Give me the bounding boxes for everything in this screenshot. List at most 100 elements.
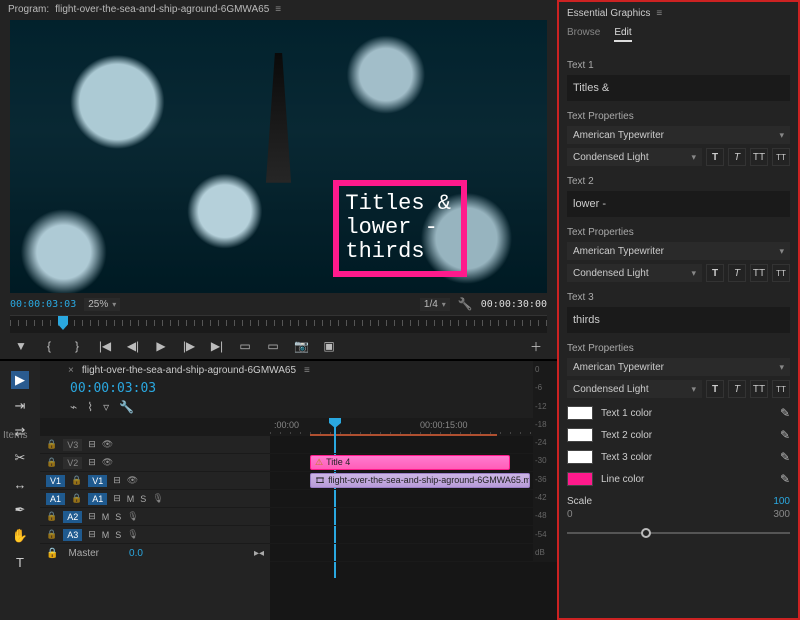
- slip-tool[interactable]: ↔: [11, 475, 29, 493]
- timeline-timecode[interactable]: 00:00:03:03: [40, 379, 557, 396]
- all-caps-button[interactable]: TT: [750, 264, 768, 282]
- mic-icon[interactable]: 🎙: [152, 493, 163, 504]
- program-scrub-bar[interactable]: [10, 315, 547, 333]
- tab-browse[interactable]: Browse: [567, 27, 600, 42]
- track-tag-v1[interactable]: V1: [88, 475, 107, 487]
- text2-input[interactable]: [567, 191, 790, 217]
- scale-slider[interactable]: [567, 526, 790, 540]
- eye-icon[interactable]: 👁: [102, 457, 113, 468]
- timeline-tracks[interactable]: :00:00 00:00:15:00 00 Title 4: [270, 418, 557, 620]
- track-tag-a3[interactable]: A3: [63, 529, 82, 541]
- lock-icon[interactable]: 🔒: [71, 475, 82, 486]
- mark-in-icon[interactable]: {: [42, 339, 56, 353]
- tab-edit[interactable]: Edit: [614, 27, 631, 42]
- panel-menu-icon[interactable]: [656, 8, 668, 19]
- lock-icon[interactable]: 🔒: [46, 439, 57, 450]
- timeline-settings-icon[interactable]: 🔧: [119, 400, 134, 414]
- play-icon[interactable]: ▶: [154, 339, 168, 353]
- track-header-a1[interactable]: A1🔒A1⊟MS🎙: [40, 490, 270, 508]
- time-ruler[interactable]: :00:00 00:00:15:00 00: [270, 418, 557, 436]
- eyedropper-icon[interactable]: ✎: [780, 406, 790, 420]
- track-tag-a1[interactable]: A1: [88, 493, 107, 505]
- text1-weight-select[interactable]: Condensed Light: [567, 148, 702, 166]
- track-v3[interactable]: [270, 436, 557, 454]
- add-marker-tl-icon[interactable]: ▿: [103, 400, 109, 414]
- eye-icon[interactable]: 👁: [127, 475, 138, 486]
- track-master[interactable]: [270, 544, 557, 562]
- text2-font-select[interactable]: American Typewriter: [567, 242, 790, 260]
- all-caps-button[interactable]: TT: [750, 148, 768, 166]
- scrub-playhead[interactable]: [58, 316, 68, 330]
- selection-tool[interactable]: ▶: [11, 371, 29, 389]
- track-a2[interactable]: [270, 508, 557, 526]
- lock-icon[interactable]: 🔒: [46, 457, 57, 468]
- text1-input[interactable]: [567, 75, 790, 101]
- text2-color-swatch[interactable]: [567, 428, 593, 442]
- faux-bold-button[interactable]: T: [706, 148, 724, 166]
- razor-tool[interactable]: ✂: [11, 449, 29, 467]
- step-forward-icon[interactable]: |▶: [182, 339, 196, 353]
- track-header-a3[interactable]: 🔒A3⊟MS🎙: [40, 526, 270, 544]
- text3-color-swatch[interactable]: [567, 450, 593, 464]
- text3-weight-select[interactable]: Condensed Light: [567, 380, 702, 398]
- track-header-v3[interactable]: 🔒V3⊟👁: [40, 436, 270, 454]
- master-value[interactable]: 0.0: [129, 548, 143, 559]
- track-a3[interactable]: [270, 526, 557, 544]
- mark-out-icon[interactable]: }: [70, 339, 84, 353]
- eyedropper-icon[interactable]: ✎: [780, 450, 790, 464]
- lift-icon[interactable]: ▭: [238, 339, 252, 353]
- lock-icon[interactable]: 🔒: [46, 548, 58, 559]
- small-caps-button[interactable]: TT: [772, 264, 790, 282]
- linked-selection-icon[interactable]: ⌇: [87, 400, 93, 414]
- track-header-master[interactable]: 🔒Master0.0▸◂: [40, 544, 270, 563]
- lock-icon[interactable]: 🔒: [46, 511, 57, 522]
- track-v2[interactable]: Title 4: [270, 454, 557, 472]
- track-select-tool[interactable]: ⇥: [11, 397, 29, 415]
- add-marker-icon[interactable]: ▼: [14, 339, 28, 353]
- track-header-v1[interactable]: V1🔒V1⊟👁: [40, 472, 270, 490]
- sequence-tab[interactable]: × flight-over-the-sea-and-ship-aground-6…: [40, 361, 557, 379]
- program-timecode-current[interactable]: 00:00:03:03: [10, 299, 76, 310]
- eyedropper-icon[interactable]: ✎: [780, 428, 790, 442]
- comparison-view-icon[interactable]: ▣: [322, 339, 336, 353]
- eye-icon[interactable]: 👁: [102, 439, 113, 450]
- track-tag-v3[interactable]: V3: [63, 439, 82, 451]
- program-viewport[interactable]: Titles & lower - thirds: [10, 20, 547, 293]
- pen-tool[interactable]: ✒: [11, 501, 29, 519]
- zoom-dropdown[interactable]: 25%: [84, 298, 120, 311]
- text1-color-swatch[interactable]: [567, 406, 593, 420]
- clip-video[interactable]: flight-over-the-sea-and-ship-aground-6GM…: [310, 473, 530, 488]
- track-tag-v2[interactable]: V2: [63, 457, 82, 469]
- type-tool[interactable]: T: [11, 553, 29, 571]
- button-editor-icon[interactable]: ＋: [529, 338, 543, 355]
- text3-font-select[interactable]: American Typewriter: [567, 358, 790, 376]
- extract-icon[interactable]: ▭: [266, 339, 280, 353]
- source-v1[interactable]: V1: [46, 475, 65, 487]
- faux-italic-button[interactable]: T: [728, 380, 746, 398]
- faux-bold-button[interactable]: T: [706, 264, 724, 282]
- snap-icon[interactable]: ⌁: [70, 400, 77, 414]
- go-to-out-icon[interactable]: ▶|: [210, 339, 224, 353]
- line-color-swatch[interactable]: [567, 472, 593, 486]
- text3-input[interactable]: [567, 307, 790, 333]
- lock-icon[interactable]: 🔒: [46, 529, 57, 540]
- faux-italic-button[interactable]: T: [728, 264, 746, 282]
- go-to-in-icon[interactable]: |◀: [98, 339, 112, 353]
- export-frame-icon[interactable]: 📷: [294, 339, 308, 353]
- track-header-a2[interactable]: 🔒A2⊟MS🎙: [40, 508, 270, 526]
- small-caps-button[interactable]: TT: [772, 380, 790, 398]
- mic-icon[interactable]: 🎙: [127, 529, 138, 540]
- text2-weight-select[interactable]: Condensed Light: [567, 264, 702, 282]
- title-overlay[interactable]: Titles & lower - thirds: [333, 180, 467, 277]
- track-a1[interactable]: [270, 490, 557, 508]
- panel-menu-icon[interactable]: [275, 4, 287, 15]
- all-caps-button[interactable]: TT: [750, 380, 768, 398]
- faux-italic-button[interactable]: T: [728, 148, 746, 166]
- track-v1[interactable]: flight-over-the-sea-and-ship-aground-6GM…: [270, 472, 557, 490]
- hand-tool[interactable]: ✋: [11, 527, 29, 545]
- step-back-icon[interactable]: ◀|: [126, 339, 140, 353]
- clip-title[interactable]: Title 4: [310, 455, 510, 470]
- track-tag-a2[interactable]: A2: [63, 511, 82, 523]
- scale-value[interactable]: 100: [773, 496, 790, 507]
- lock-icon[interactable]: 🔒: [71, 493, 82, 504]
